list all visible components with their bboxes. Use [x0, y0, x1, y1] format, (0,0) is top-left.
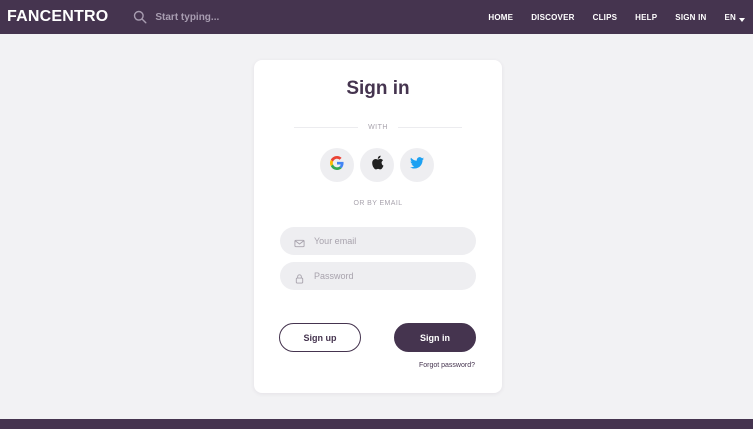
nav-help[interactable]: HELP	[635, 13, 657, 22]
twitter-icon	[410, 156, 424, 174]
apple-icon	[371, 155, 384, 175]
email-input[interactable]	[314, 236, 464, 246]
nav-discover[interactable]: DISCOVER	[531, 13, 574, 22]
search-icon[interactable]	[133, 10, 147, 24]
sign-in-card: Sign in WITH OR BY EMAIL Your email Sign…	[254, 60, 502, 393]
lock-icon	[294, 271, 305, 284]
sign-in-button[interactable]: Sign in	[394, 323, 476, 352]
password-input[interactable]	[314, 271, 464, 281]
twitter-login-button[interactable]	[400, 148, 434, 182]
chevron-down-icon	[739, 15, 745, 22]
page-title: Sign in	[346, 78, 410, 99]
divider-line	[294, 126, 359, 128]
main-nav: HOME DISCOVER CLIPS HELP SIGN IN EN	[488, 13, 745, 22]
envelope-icon	[294, 236, 305, 247]
forgot-password-link[interactable]: Forgot password?	[419, 362, 475, 369]
password-field[interactable]	[280, 262, 476, 290]
or-by-email-label: OR BY EMAIL	[353, 200, 403, 207]
language-selector[interactable]: EN	[724, 13, 745, 22]
nav-clips[interactable]: CLIPS	[593, 13, 618, 22]
social-login-buttons	[320, 148, 434, 182]
fancentro-logo[interactable]: FANCENTRO	[7, 8, 108, 26]
with-label: WITH	[368, 123, 388, 131]
footer-bar	[0, 419, 753, 429]
search-bar[interactable]	[133, 5, 313, 29]
page: FANCENTRO HOME DISCOVER CLIPS HELP SIGN …	[0, 0, 753, 429]
nav-home[interactable]: HOME	[488, 13, 513, 22]
email-field[interactable]	[280, 227, 476, 255]
google-icon	[330, 155, 344, 175]
apple-login-button[interactable]	[360, 148, 394, 182]
top-navigation-bar: FANCENTRO HOME DISCOVER CLIPS HELP SIGN …	[0, 0, 753, 34]
search-input[interactable]	[155, 11, 296, 23]
sign-up-button[interactable]: Sign up	[279, 323, 361, 352]
language-label: EN	[724, 12, 736, 22]
google-login-button[interactable]	[320, 148, 354, 182]
divider-line	[397, 126, 463, 128]
with-divider: WITH	[294, 122, 463, 132]
nav-sign-in[interactable]: SIGN IN	[675, 13, 706, 22]
